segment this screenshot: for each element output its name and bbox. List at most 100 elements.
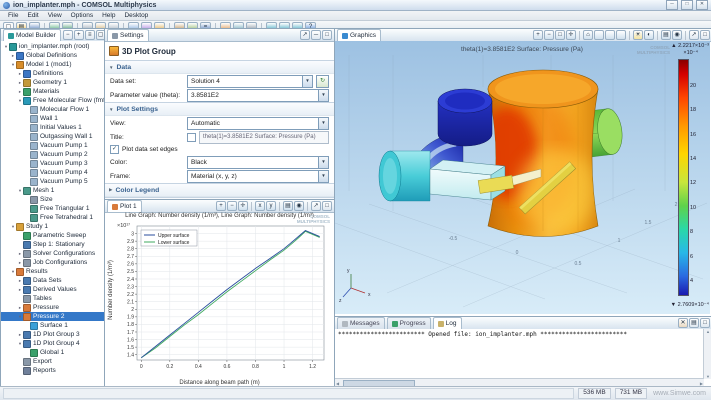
vertical-scrollbar[interactable]: ▲▼ xyxy=(703,329,711,379)
section-plot-settings[interactable]: ▼ Plot Settings xyxy=(105,102,334,116)
title-checkbox[interactable] xyxy=(187,133,196,142)
section-color-legend[interactable]: ▶ Color Legend xyxy=(105,183,334,197)
close-window-button[interactable]: ✕ xyxy=(696,0,708,10)
tab-model-builder[interactable]: Model Builder xyxy=(3,29,61,41)
maximize-panel-icon[interactable]: □ xyxy=(322,30,332,40)
tree-item-vacuum-pump-2[interactable]: Vacuum Pump 2 xyxy=(1,150,104,159)
tree-item-surface-1[interactable]: Surface 1 xyxy=(1,321,104,330)
tree-item-derived-values[interactable]: ▸Derived Values xyxy=(1,285,104,294)
maximize-panel-icon[interactable]: □ xyxy=(700,30,710,40)
menu-file[interactable]: File xyxy=(4,12,22,19)
zoom-in-icon[interactable]: + xyxy=(533,30,543,40)
image-snapshot-icon[interactable]: ◉ xyxy=(672,30,682,40)
view-select[interactable]: Automatic ▼ xyxy=(187,117,329,130)
zoom-extents-icon[interactable]: ✛ xyxy=(566,30,576,40)
tree-item-results[interactable]: ▾Results xyxy=(1,267,104,276)
tab-progress[interactable]: Progress xyxy=(387,317,431,329)
tree-item-free-molecular-flow-fmf[interactable]: ▾Free Molecular Flow (fmf) xyxy=(1,96,104,105)
tab-plot-1[interactable]: Plot 1 xyxy=(107,200,142,212)
tree-item-1d-plot-group-4[interactable]: ▾1D Plot Group 4 xyxy=(1,339,104,348)
maximize-panel-icon[interactable]: □ xyxy=(700,318,710,328)
collapse-all-icon[interactable]: − xyxy=(63,30,73,40)
tree-item-geometry-1[interactable]: ▸Geometry 1 xyxy=(1,78,104,87)
tab-log[interactable]: Log xyxy=(433,317,462,329)
tree-item-molecular-flow-1[interactable]: Molecular Flow 1 xyxy=(1,105,104,114)
menu-desktop[interactable]: Desktop xyxy=(120,12,152,19)
go-to-default-view-icon[interactable]: ⌂ xyxy=(583,30,593,40)
zoom-out-icon[interactable]: − xyxy=(227,201,237,211)
data-set-select[interactable]: Solution 4 ▼ xyxy=(187,75,313,88)
tree-item-vacuum-pump-5[interactable]: Vacuum Pump 5 xyxy=(1,177,104,186)
x-axis-log-icon[interactable]: x xyxy=(255,201,265,211)
tree-item-definitions[interactable]: ▸Definitions xyxy=(1,69,104,78)
clear-log-icon[interactable]: ✕ xyxy=(678,318,688,328)
menu-options[interactable]: Options xyxy=(67,12,97,19)
view-xz-icon[interactable] xyxy=(616,30,626,40)
frame-select[interactable]: Material (x, y, z) ▼ xyxy=(187,170,329,183)
zoom-box-icon[interactable]: □ xyxy=(555,30,565,40)
menu-help[interactable]: Help xyxy=(98,12,119,19)
show-options-icon[interactable]: ≡ xyxy=(85,30,95,40)
expand-all-icon[interactable]: + xyxy=(74,30,84,40)
tree-item-outgassing-wall-1[interactable]: Outgassing Wall 1 xyxy=(1,132,104,141)
minimize-window-button[interactable]: ─ xyxy=(666,0,678,10)
tree-item-vacuum-pump-4[interactable]: Vacuum Pump 4 xyxy=(1,168,104,177)
tree-item-materials[interactable]: ▸Materials xyxy=(1,87,104,96)
refresh-solution-button[interactable]: ↻ xyxy=(316,75,329,88)
tab-messages[interactable]: Messages xyxy=(337,317,385,329)
copy-log-icon[interactable]: ▤ xyxy=(689,318,699,328)
tree-item-study-1[interactable]: ▾Study 1 xyxy=(1,222,104,231)
tree-item-solver-configurations[interactable]: ▸Solver Configurations xyxy=(1,249,104,258)
tree-item-free-triangular-1[interactable]: Free Triangular 1 xyxy=(1,204,104,213)
detach-window-icon[interactable]: ↗ xyxy=(311,201,321,211)
tree-item-global-definitions[interactable]: ▸Global Definitions xyxy=(1,51,104,60)
parameter-value-select[interactable]: 3.8581E2 ▼ xyxy=(187,89,329,102)
menu-view[interactable]: View xyxy=(44,12,66,19)
tab-graphics[interactable]: Graphics xyxy=(337,29,381,41)
tab-settings[interactable]: Settings xyxy=(107,29,149,41)
tree-item-data-sets[interactable]: ▸Data Sets xyxy=(1,276,104,285)
title-text-field[interactable]: theta(1)=3.8581E2 Surface: Pressure (Pa) xyxy=(199,131,329,144)
tree-item-parametric-sweep[interactable]: Parametric Sweep xyxy=(1,231,104,240)
transparency-icon[interactable]: ◐ xyxy=(644,30,654,40)
tree-item-export[interactable]: Export xyxy=(1,357,104,366)
section-data[interactable]: ▼ Data xyxy=(105,60,334,74)
zoom-out-icon[interactable]: − xyxy=(544,30,554,40)
tree-item-vacuum-pump-1[interactable]: Vacuum Pump 1 xyxy=(1,141,104,150)
zoom-in-icon[interactable]: + xyxy=(216,201,226,211)
print-icon[interactable]: ▤ xyxy=(283,201,293,211)
tree-item-1d-plot-group-3[interactable]: ▸1D Plot Group 3 xyxy=(1,330,104,339)
tree-item-free-tetrahedral-1[interactable]: Free Tetrahedral 1 xyxy=(1,213,104,222)
3d-scene[interactable]: theta(1)=3.8581E2 Surface: Pressure (Pa) xyxy=(335,41,710,314)
line-chart[interactable]: 1.41.51.61.71.81.922.12.22.32.42.52.62.7… xyxy=(113,222,332,372)
tree-item-ion-implanter-mph-root[interactable]: ▾ion_implanter.mph (root) xyxy=(1,42,104,51)
maximize-window-button[interactable]: □ xyxy=(681,0,693,10)
tree-item-vacuum-pump-3[interactable]: Vacuum Pump 3 xyxy=(1,159,104,168)
tree-item-global-1[interactable]: Global 1 xyxy=(1,348,104,357)
tree-item-model-1-mod1[interactable]: ▾Model 1 (mod1) xyxy=(1,60,104,69)
view-yz-icon[interactable] xyxy=(605,30,615,40)
detach-window-icon[interactable]: ↗ xyxy=(689,30,699,40)
tree-item-wall-1[interactable]: Wall 1 xyxy=(1,114,104,123)
tree-item-size[interactable]: Size xyxy=(1,195,104,204)
image-snapshot-icon[interactable]: ◉ xyxy=(294,201,304,211)
menu-edit[interactable]: Edit xyxy=(23,12,42,19)
tree-item-tables[interactable]: Tables xyxy=(1,294,104,303)
tree-item-initial-values-1[interactable]: Initial Values 1 xyxy=(1,123,104,132)
detach-window-icon[interactable]: ↗ xyxy=(300,30,310,40)
zoom-extents-icon[interactable]: ✛ xyxy=(238,201,248,211)
edge-color-select[interactable]: Black ▼ xyxy=(187,156,329,169)
tree-item-step-1-stationary[interactable]: Step 1: Stationary xyxy=(1,240,104,249)
minimize-panel-icon[interactable]: ─ xyxy=(311,30,321,40)
tree-item-job-configurations[interactable]: ▸Job Configurations xyxy=(1,258,104,267)
scene-light-icon[interactable]: ☀ xyxy=(633,30,643,40)
tree-item-pressure-2[interactable]: ▾Pressure 2 xyxy=(1,312,104,321)
print-icon[interactable]: ▤ xyxy=(661,30,671,40)
tree-item-reports[interactable]: Reports xyxy=(1,366,104,375)
tree-item-mesh-1[interactable]: ▾Mesh 1 xyxy=(1,186,104,195)
y-axis-log-icon[interactable]: y xyxy=(266,201,276,211)
view-xy-icon[interactable] xyxy=(594,30,604,40)
tree-item-pressure[interactable]: ▸Pressure xyxy=(1,303,104,312)
plot-data-set-edges-checkbox[interactable] xyxy=(110,145,119,154)
maximize-panel-icon[interactable]: □ xyxy=(322,201,332,211)
